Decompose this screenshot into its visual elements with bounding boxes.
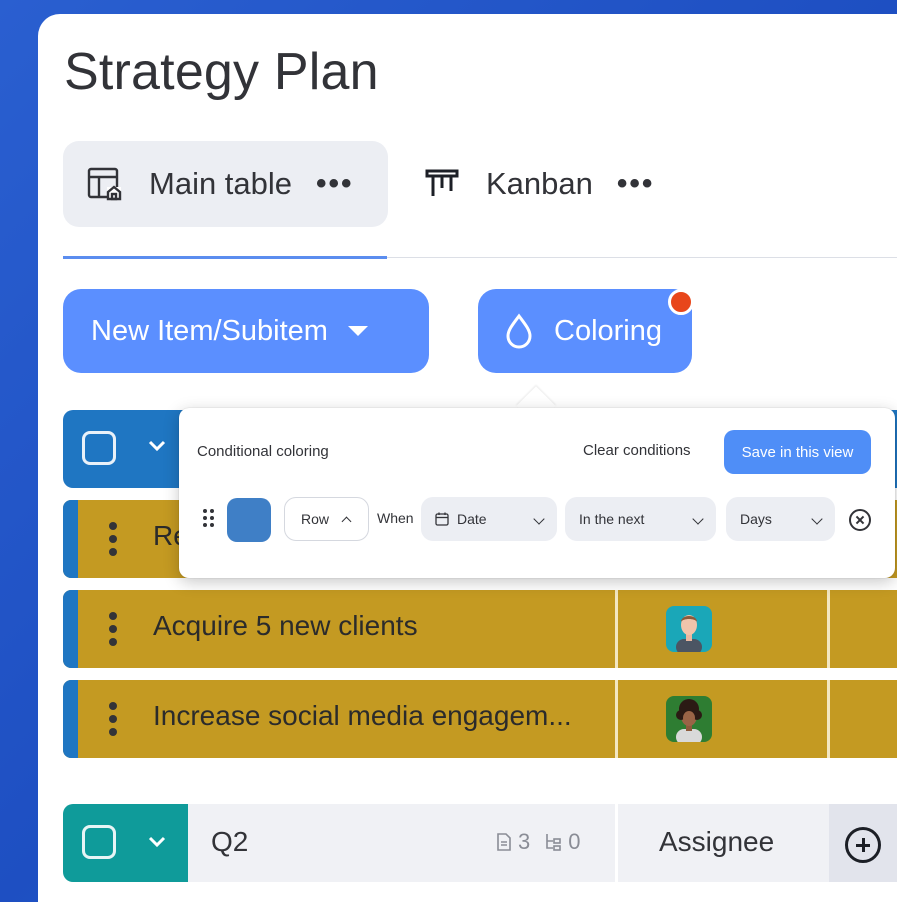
row-menu-icon[interactable] (107, 702, 119, 738)
tabs-divider (387, 257, 897, 258)
calendar-icon (435, 512, 449, 526)
unit-value: Days (740, 511, 772, 527)
item-name[interactable]: Acquire 5 new clients (153, 610, 418, 642)
avatar[interactable] (666, 696, 712, 742)
column-divider (827, 590, 830, 668)
group-color-stripe (63, 590, 78, 668)
condition-value: In the next (579, 511, 645, 527)
tab-label: Main table (149, 166, 293, 201)
group-checkbox[interactable] (82, 431, 116, 465)
save-in-view-button[interactable]: Save in this view (724, 430, 871, 474)
row-menu-icon[interactable] (107, 612, 119, 648)
kanban-icon (424, 166, 460, 202)
tab-more-button[interactable]: ••• (617, 167, 655, 201)
tab-main-table[interactable]: Main table ••• (63, 141, 388, 227)
table-row[interactable]: Increase social media engagem... (63, 680, 897, 758)
new-item-button[interactable]: New Item/Subitem (63, 289, 429, 373)
group-color-stripe (63, 500, 78, 578)
chevron-down-icon (533, 513, 545, 525)
coloring-button[interactable]: Coloring (478, 289, 692, 373)
target-value: Row (301, 511, 330, 527)
avatar[interactable] (666, 606, 712, 652)
chevron-down-icon[interactable] (147, 832, 167, 852)
tab-more-button[interactable]: ••• (316, 167, 354, 201)
when-label: When (377, 510, 414, 526)
page-title: Strategy Plan (64, 43, 379, 101)
group-meta: 3 0 (496, 829, 581, 855)
column-header-assignee[interactable]: Assignee (659, 826, 774, 858)
column-divider (827, 680, 830, 758)
new-item-label: New Item/Subitem (91, 314, 328, 347)
notification-dot (668, 289, 694, 315)
group-name[interactable]: Q2 (211, 826, 248, 858)
item-name[interactable]: Increase social media engagem... (153, 700, 572, 732)
condition-select[interactable]: In the next (565, 497, 716, 541)
coloring-label: Coloring (554, 314, 662, 347)
add-column-icon[interactable] (845, 827, 881, 863)
items-count: 3 (518, 829, 531, 854)
chevron-down-icon (692, 513, 704, 525)
tab-kanban[interactable]: Kanban ••• (420, 141, 720, 227)
tab-label: Kanban (486, 166, 593, 201)
document-icon (497, 833, 511, 851)
column-value: Date (457, 511, 487, 527)
active-tab-indicator (63, 256, 387, 259)
color-swatch[interactable] (227, 498, 271, 542)
unit-select[interactable]: Days (726, 497, 835, 541)
column-divider (615, 680, 618, 758)
table-row[interactable]: Acquire 5 new clients (63, 590, 897, 668)
column-select[interactable]: Date (421, 497, 557, 541)
clear-conditions-button[interactable]: Clear conditions (583, 442, 691, 459)
subitems-count: 0 (568, 829, 581, 854)
group-header-q2: Q2 3 0 Assignee (63, 804, 897, 882)
remove-condition-icon[interactable] (849, 509, 871, 531)
column-divider (615, 590, 618, 668)
row-menu-icon[interactable] (107, 522, 119, 558)
column-divider (615, 804, 618, 882)
subitems-icon (546, 834, 562, 851)
table-home-icon (87, 166, 123, 202)
group-color-stripe (63, 680, 78, 758)
target-select[interactable]: Row (284, 497, 369, 541)
chevron-up-icon (341, 516, 352, 526)
caret-down-icon (347, 326, 368, 336)
droplet-icon (504, 313, 534, 349)
chevron-down-icon (811, 513, 823, 525)
drag-handle-icon[interactable] (203, 509, 217, 531)
chevron-down-icon[interactable] (147, 436, 167, 456)
popover-title: Conditional coloring (197, 443, 329, 460)
conditional-coloring-popover: Conditional coloring Clear conditions Sa… (179, 408, 895, 578)
group-checkbox[interactable] (82, 825, 116, 859)
